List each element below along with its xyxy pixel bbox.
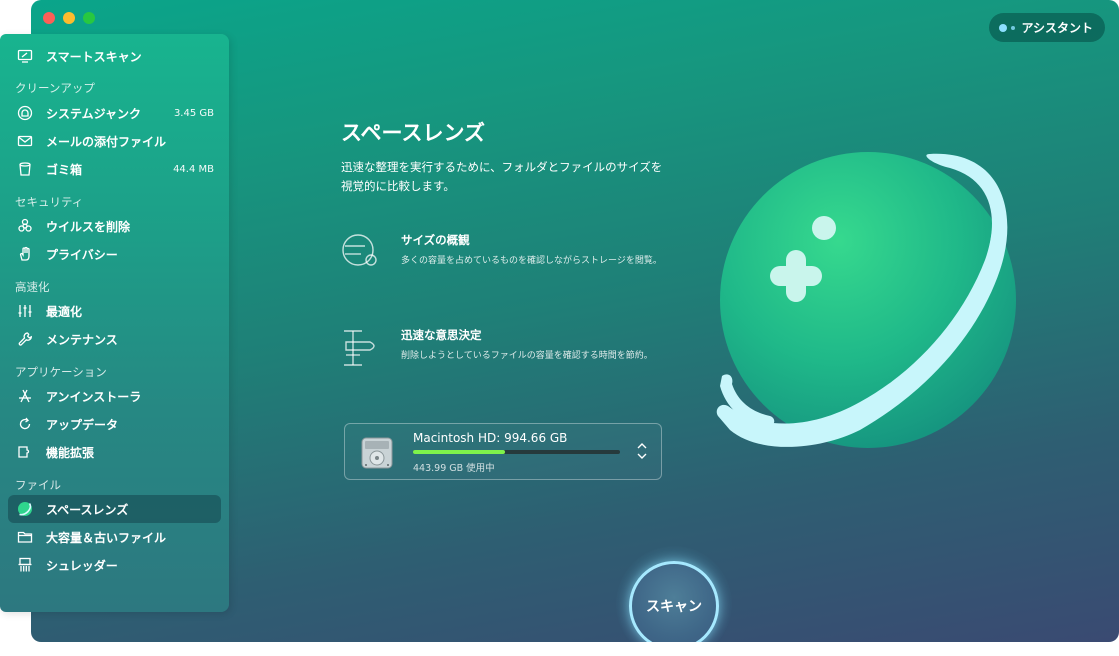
- sidebar-item-label: 最適化: [46, 304, 83, 319]
- scan-button[interactable]: スキャン: [629, 561, 719, 642]
- feature-quick-decision: 迅速な意思決定 削除しようとしているファイルの容量を確認する時間を節約。: [340, 327, 680, 381]
- sidebar-item-label: メンテナンス: [46, 332, 118, 347]
- sidebar-section-files: ファイル: [15, 478, 61, 492]
- quick-decision-icon: [344, 330, 375, 366]
- disk-selector[interactable]: Macintosh HD: 994.66 GB 443.99 GB 使用中: [344, 423, 662, 480]
- wrench-icon: [16, 330, 34, 348]
- assistant-label: アシスタント: [1021, 21, 1093, 35]
- sidebar-item-label: メールの添付ファイル: [46, 134, 167, 149]
- app-store-icon: [16, 387, 34, 405]
- sidebar-section-security: セキュリティ: [15, 195, 84, 209]
- minimize-window-button[interactable]: [63, 12, 75, 24]
- extension-icon: [16, 443, 34, 461]
- sidebar-item-privacy[interactable]: プライバシー: [8, 240, 221, 268]
- sidebar-item-system-junk[interactable]: システムジャンク 3.45 GB: [8, 99, 221, 127]
- sidebar-item-label: ウイルスを削除: [46, 219, 131, 234]
- sidebar-item-label: スマートスキャン: [46, 49, 142, 64]
- size-overview-icon: [342, 234, 377, 266]
- feature-title: サイズの概観: [401, 233, 470, 247]
- feature-title: 迅速な意思決定: [401, 328, 482, 342]
- sidebar-item-label: アンインストーラ: [46, 389, 142, 404]
- monitor-icon: [16, 47, 34, 65]
- sidebar-section-cleanup: クリーンアップ: [15, 81, 95, 95]
- sidebar-item-label: システムジャンク: [46, 106, 142, 121]
- shredder-icon: [16, 556, 34, 574]
- envelope-icon: [16, 132, 34, 150]
- sidebar-item-uninstaller[interactable]: アンインストーラ: [8, 382, 221, 410]
- sidebar-item-smart-scan[interactable]: スマートスキャン: [8, 42, 221, 70]
- page-description: 迅速な整理を実行するために、フォルダとファイルのサイズを視覚的に比較します。: [341, 160, 663, 193]
- sidebar-item-updater[interactable]: アップデータ: [8, 410, 221, 438]
- biohazard-icon: [16, 217, 34, 235]
- sidebar-item-label: 機能拡張: [46, 445, 95, 460]
- up-down-chevron-icon[interactable]: [636, 441, 648, 461]
- system-junk-icon: [16, 104, 34, 122]
- window-controls: [43, 12, 95, 24]
- disk-name: Macintosh HD: 994.66 GB: [413, 431, 568, 445]
- space-lens-icon: [16, 500, 34, 518]
- assistant-dots-icon: [999, 23, 1016, 32]
- sidebar-item-label: プライバシー: [46, 247, 118, 262]
- sidebar-item-maintenance[interactable]: メンテナンス: [8, 325, 221, 353]
- close-window-button[interactable]: [43, 12, 55, 24]
- sidebar-section-speedup: 高速化: [15, 280, 50, 294]
- sidebar-item-mail-attachments[interactable]: メールの添付ファイル: [8, 127, 221, 155]
- hand-icon: [16, 245, 34, 263]
- sidebar-item-label: スペースレンズ: [46, 502, 129, 517]
- sidebar-item-trash[interactable]: ゴミ箱 44.4 MB: [8, 155, 221, 183]
- sidebar-item-size: 44.4 MB: [173, 163, 214, 175]
- sidebar-item-optimization[interactable]: 最適化: [8, 297, 221, 325]
- sidebar-item-large-old-files[interactable]: 大容量＆古いファイル: [8, 523, 221, 551]
- sidebar-item-label: アップデータ: [46, 417, 119, 432]
- disk-usage-bar: [413, 450, 620, 454]
- disk-used-label: 443.99 GB 使用中: [413, 463, 495, 474]
- page-title: スペースレンズ: [341, 121, 486, 145]
- sidebar-section-applications: アプリケーション: [15, 365, 107, 379]
- sidebar-item-shredder[interactable]: シュレッダー: [8, 551, 221, 579]
- sliders-icon: [16, 302, 34, 320]
- trash-icon: [16, 160, 34, 178]
- zoom-window-button[interactable]: [83, 12, 95, 24]
- sidebar-item-extensions[interactable]: 機能拡張: [8, 438, 221, 466]
- sidebar-item-label: 大容量＆古いファイル: [46, 530, 167, 545]
- sidebar-item-label: シュレッダー: [46, 558, 118, 573]
- sidebar-item-space-lens[interactable]: スペースレンズ: [8, 495, 221, 523]
- update-icon: [16, 415, 34, 433]
- screen: アシスタント スペースレンズ 迅速な整理を実行するために、フォルダとファイルのサ…: [0, 0, 1119, 656]
- sidebar-item-size: 3.45 GB: [173, 107, 214, 119]
- assistant-button[interactable]: アシスタント: [989, 13, 1105, 42]
- sidebar: スマートスキャン クリーンアップ システムジャンク 3.45 GB メールの添付…: [0, 34, 229, 612]
- disk-usage-fill: [413, 450, 506, 454]
- sidebar-item-malware-removal[interactable]: ウイルスを削除: [8, 212, 221, 240]
- feature-description: 削除しようとしているファイルの容量を確認する時間を節約。: [401, 351, 653, 361]
- space-lens-planet-illustration: [716, 152, 1016, 448]
- folder-icon: [16, 528, 34, 546]
- sidebar-item-label: ゴミ箱: [46, 162, 83, 177]
- hard-drive-icon: [361, 437, 393, 469]
- feature-description: 多くの容量を占めているものを確認しながらストレージを閲覧。: [401, 256, 662, 266]
- feature-size-overview: サイズの概観 多くの容量を占めているものを確認しながらストレージを閲覧。: [340, 232, 680, 286]
